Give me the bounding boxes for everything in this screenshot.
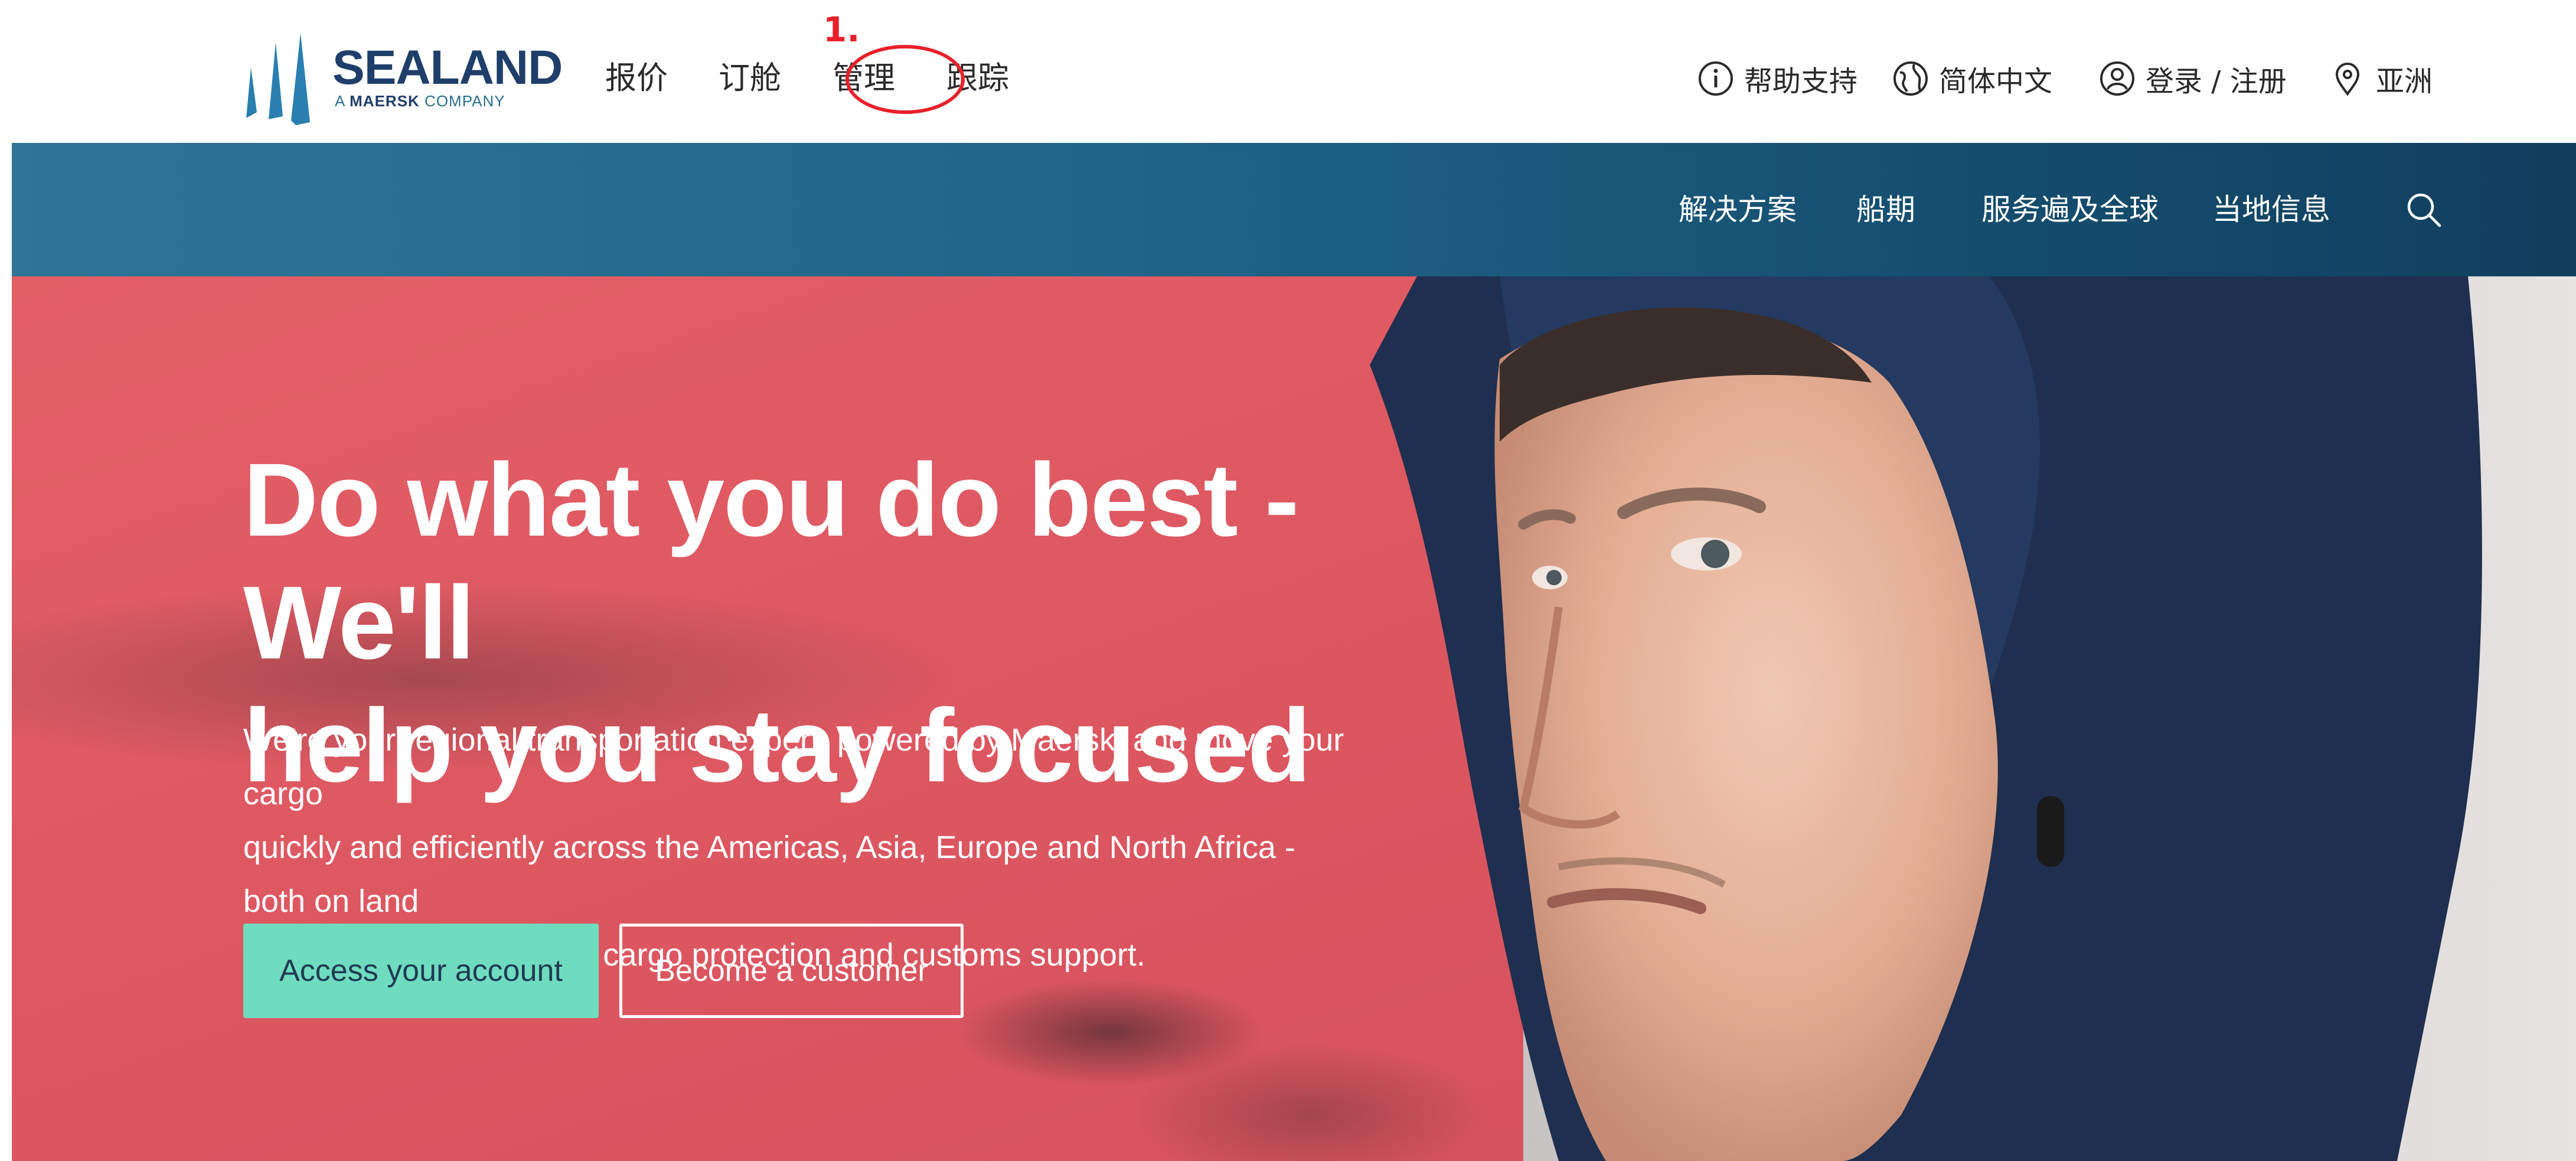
login-register-label: 登录 / 注册 [2146,65,2287,98]
subnav-item-schedules[interactable]: 船期 [1856,189,1915,230]
search-icon[interactable] [2404,190,2443,229]
help-support-label: 帮助支持 [1744,65,1858,98]
secondary-nav: 解决方案 船期 服务遍及全球 当地信息 [12,143,2576,276]
help-support-link[interactable]: 帮助支持 [1697,52,1857,105]
top-header: SEALAND A MAERSK COMPANY 报价 订舱 管理 跟踪 1. … [0,0,2576,143]
logo-wordmark: SEALAND [332,41,563,94]
annotation-ellipse [845,45,965,114]
subnav-item-global[interactable]: 服务遍及全球 [1981,189,2159,230]
hero-title-line-1: Do what you do best - We'll [243,442,1299,681]
login-register-link[interactable]: 登录 / 注册 [2098,52,2287,105]
nav-item-book[interactable]: 订舱 [719,56,781,100]
globe-icon [1893,61,1928,96]
language-selector[interactable]: 简体中文 [1892,52,2052,105]
hero-description-line-2: quickly and efficiently across the Ameri… [243,830,1295,919]
hero-banner: Do what you do best - We'll help you sta… [12,276,2576,1161]
subnav-item-solutions[interactable]: 解决方案 [1679,189,1797,230]
nav-item-quote[interactable]: 报价 [605,56,668,100]
annotation-number: 1. [823,9,860,50]
logo-sails-icon [246,33,310,125]
user-icon [2100,61,2134,96]
subnav-item-local[interactable]: 当地信息 [2212,189,2330,230]
region-selector[interactable]: 亚洲 [2329,52,2433,105]
language-label: 简体中文 [1939,65,2053,98]
hero-description-line-1: We're your regional transportation exper… [243,722,1344,811]
info-icon [1699,61,1733,96]
logo-tagline: A MAERSK COMPANY [335,92,505,110]
sealand-logo[interactable]: SEALAND A MAERSK COMPANY [239,31,563,125]
region-label: 亚洲 [2376,65,2433,98]
become-customer-button[interactable]: Become a customer [619,924,964,1018]
access-account-button[interactable]: Access your account [243,924,599,1018]
location-pin-icon [2335,63,2360,96]
